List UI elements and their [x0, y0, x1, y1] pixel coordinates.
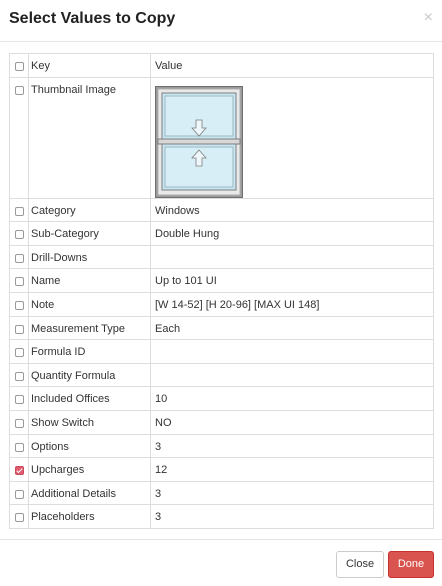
values-table-container: Key Value Thumbnail Image Category Windo…: [9, 53, 434, 529]
table-row: Quantity Formula: [9, 362, 434, 388]
row-value: [150, 244, 434, 270]
table-row: Drill-Downs: [9, 244, 434, 270]
checkbox-cell: [9, 386, 29, 411]
checkbox-cell: [9, 457, 29, 482]
row-checkbox[interactable]: [14, 300, 24, 310]
table-row: Placeholders 3: [9, 504, 434, 529]
table-row: Included Offices 10: [9, 386, 434, 411]
select-all-checkbox[interactable]: [14, 62, 24, 71]
row-checkbox[interactable]: [14, 442, 24, 452]
row-checkbox[interactable]: [14, 206, 24, 216]
table-row: Options 3: [9, 433, 434, 459]
row-value: [150, 76, 434, 199]
checkbox-cell: [9, 244, 29, 270]
row-value: [150, 339, 434, 364]
modal-title: Select Values to Copy: [9, 10, 176, 27]
row-value: 3: [150, 433, 434, 459]
modal-header: Select Values to Copy ×: [0, 0, 442, 42]
row-key: Show Switch: [28, 409, 151, 435]
checkbox-cell: [9, 362, 29, 388]
table-header-row: Key Value: [9, 53, 434, 78]
table-row: Note [W 14-52] [H 20-96] [MAX UI 148]: [9, 291, 434, 317]
done-button[interactable]: Done: [388, 551, 434, 578]
row-value: Double Hung: [150, 221, 434, 246]
row-value: 12: [150, 457, 434, 482]
checkbox-cell: [9, 197, 29, 223]
header-value: Value: [150, 53, 434, 78]
row-checkbox[interactable]: [14, 466, 24, 476]
checkbox-cell: [9, 268, 29, 293]
row-checkbox[interactable]: [14, 418, 24, 428]
table-row: Additional Details 3: [9, 480, 434, 506]
row-key: Drill-Downs: [28, 244, 151, 270]
checkbox-cell: [9, 409, 29, 435]
row-checkbox[interactable]: [14, 489, 24, 499]
row-value: Up to 101 UI: [150, 268, 434, 293]
row-key: Included Offices: [28, 386, 151, 411]
checkbox-cell: [9, 480, 29, 506]
table-row: Category Windows: [9, 197, 434, 223]
row-key: Name: [28, 268, 151, 293]
row-checkbox[interactable]: [14, 324, 24, 334]
checkbox-cell: [9, 339, 29, 364]
row-checkbox[interactable]: [14, 230, 24, 240]
row-key: Options: [28, 433, 151, 459]
row-value: [W 14-52] [H 20-96] [MAX UI 148]: [150, 291, 434, 317]
table-row: Measurement Type Each: [9, 315, 434, 341]
table-row: Sub-Category Double Hung: [9, 221, 434, 246]
row-value: 3: [150, 480, 434, 506]
row-key: Additional Details: [28, 480, 151, 506]
modal-footer: Close Done: [0, 539, 442, 586]
row-checkbox[interactable]: [14, 277, 24, 287]
checkbox-cell: [9, 291, 29, 317]
checkbox-cell: [9, 433, 29, 459]
row-value: 10: [150, 386, 434, 411]
row-value: Each: [150, 315, 434, 341]
close-button[interactable]: Close: [336, 551, 384, 578]
select-all-cell: [9, 53, 29, 78]
row-checkbox[interactable]: [14, 85, 24, 95]
row-key: Sub-Category: [28, 221, 151, 246]
checkbox-cell: [9, 504, 29, 529]
row-key: Thumbnail Image: [28, 76, 151, 199]
double-hung-window-thumbnail: [155, 85, 243, 198]
header-key: Key: [28, 53, 151, 78]
row-checkbox[interactable]: [14, 253, 24, 263]
row-key: Upcharges: [28, 457, 151, 482]
row-checkbox[interactable]: [14, 348, 24, 358]
row-key: Measurement Type: [28, 315, 151, 341]
table-row: Show Switch NO: [9, 409, 434, 435]
row-value: 3: [150, 504, 434, 529]
checkbox-cell: [9, 221, 29, 246]
row-key: Formula ID: [28, 339, 151, 364]
close-icon[interactable]: ×: [424, 10, 433, 26]
checkbox-cell: [9, 76, 29, 199]
row-value: NO: [150, 409, 434, 435]
row-checkbox[interactable]: [14, 395, 24, 405]
checkbox-cell: [9, 315, 29, 341]
row-checkbox[interactable]: [14, 513, 24, 523]
values-table: Key Value Thumbnail Image Category Windo…: [9, 53, 434, 529]
table-row-thumbnail: Thumbnail Image: [9, 76, 434, 199]
table-row: Formula ID: [9, 339, 434, 364]
row-key: Quantity Formula: [28, 362, 151, 388]
row-key: Placeholders: [28, 504, 151, 529]
row-value: Windows: [150, 197, 434, 223]
row-value: [150, 362, 434, 388]
row-key: Note: [28, 291, 151, 317]
row-checkbox[interactable]: [14, 371, 24, 381]
table-row: Name Up to 101 UI: [9, 268, 434, 293]
select-values-modal: Select Values to Copy × Key Value Thumbn…: [0, 0, 442, 586]
row-key: Category: [28, 197, 151, 223]
table-row: Upcharges 12: [9, 457, 434, 482]
